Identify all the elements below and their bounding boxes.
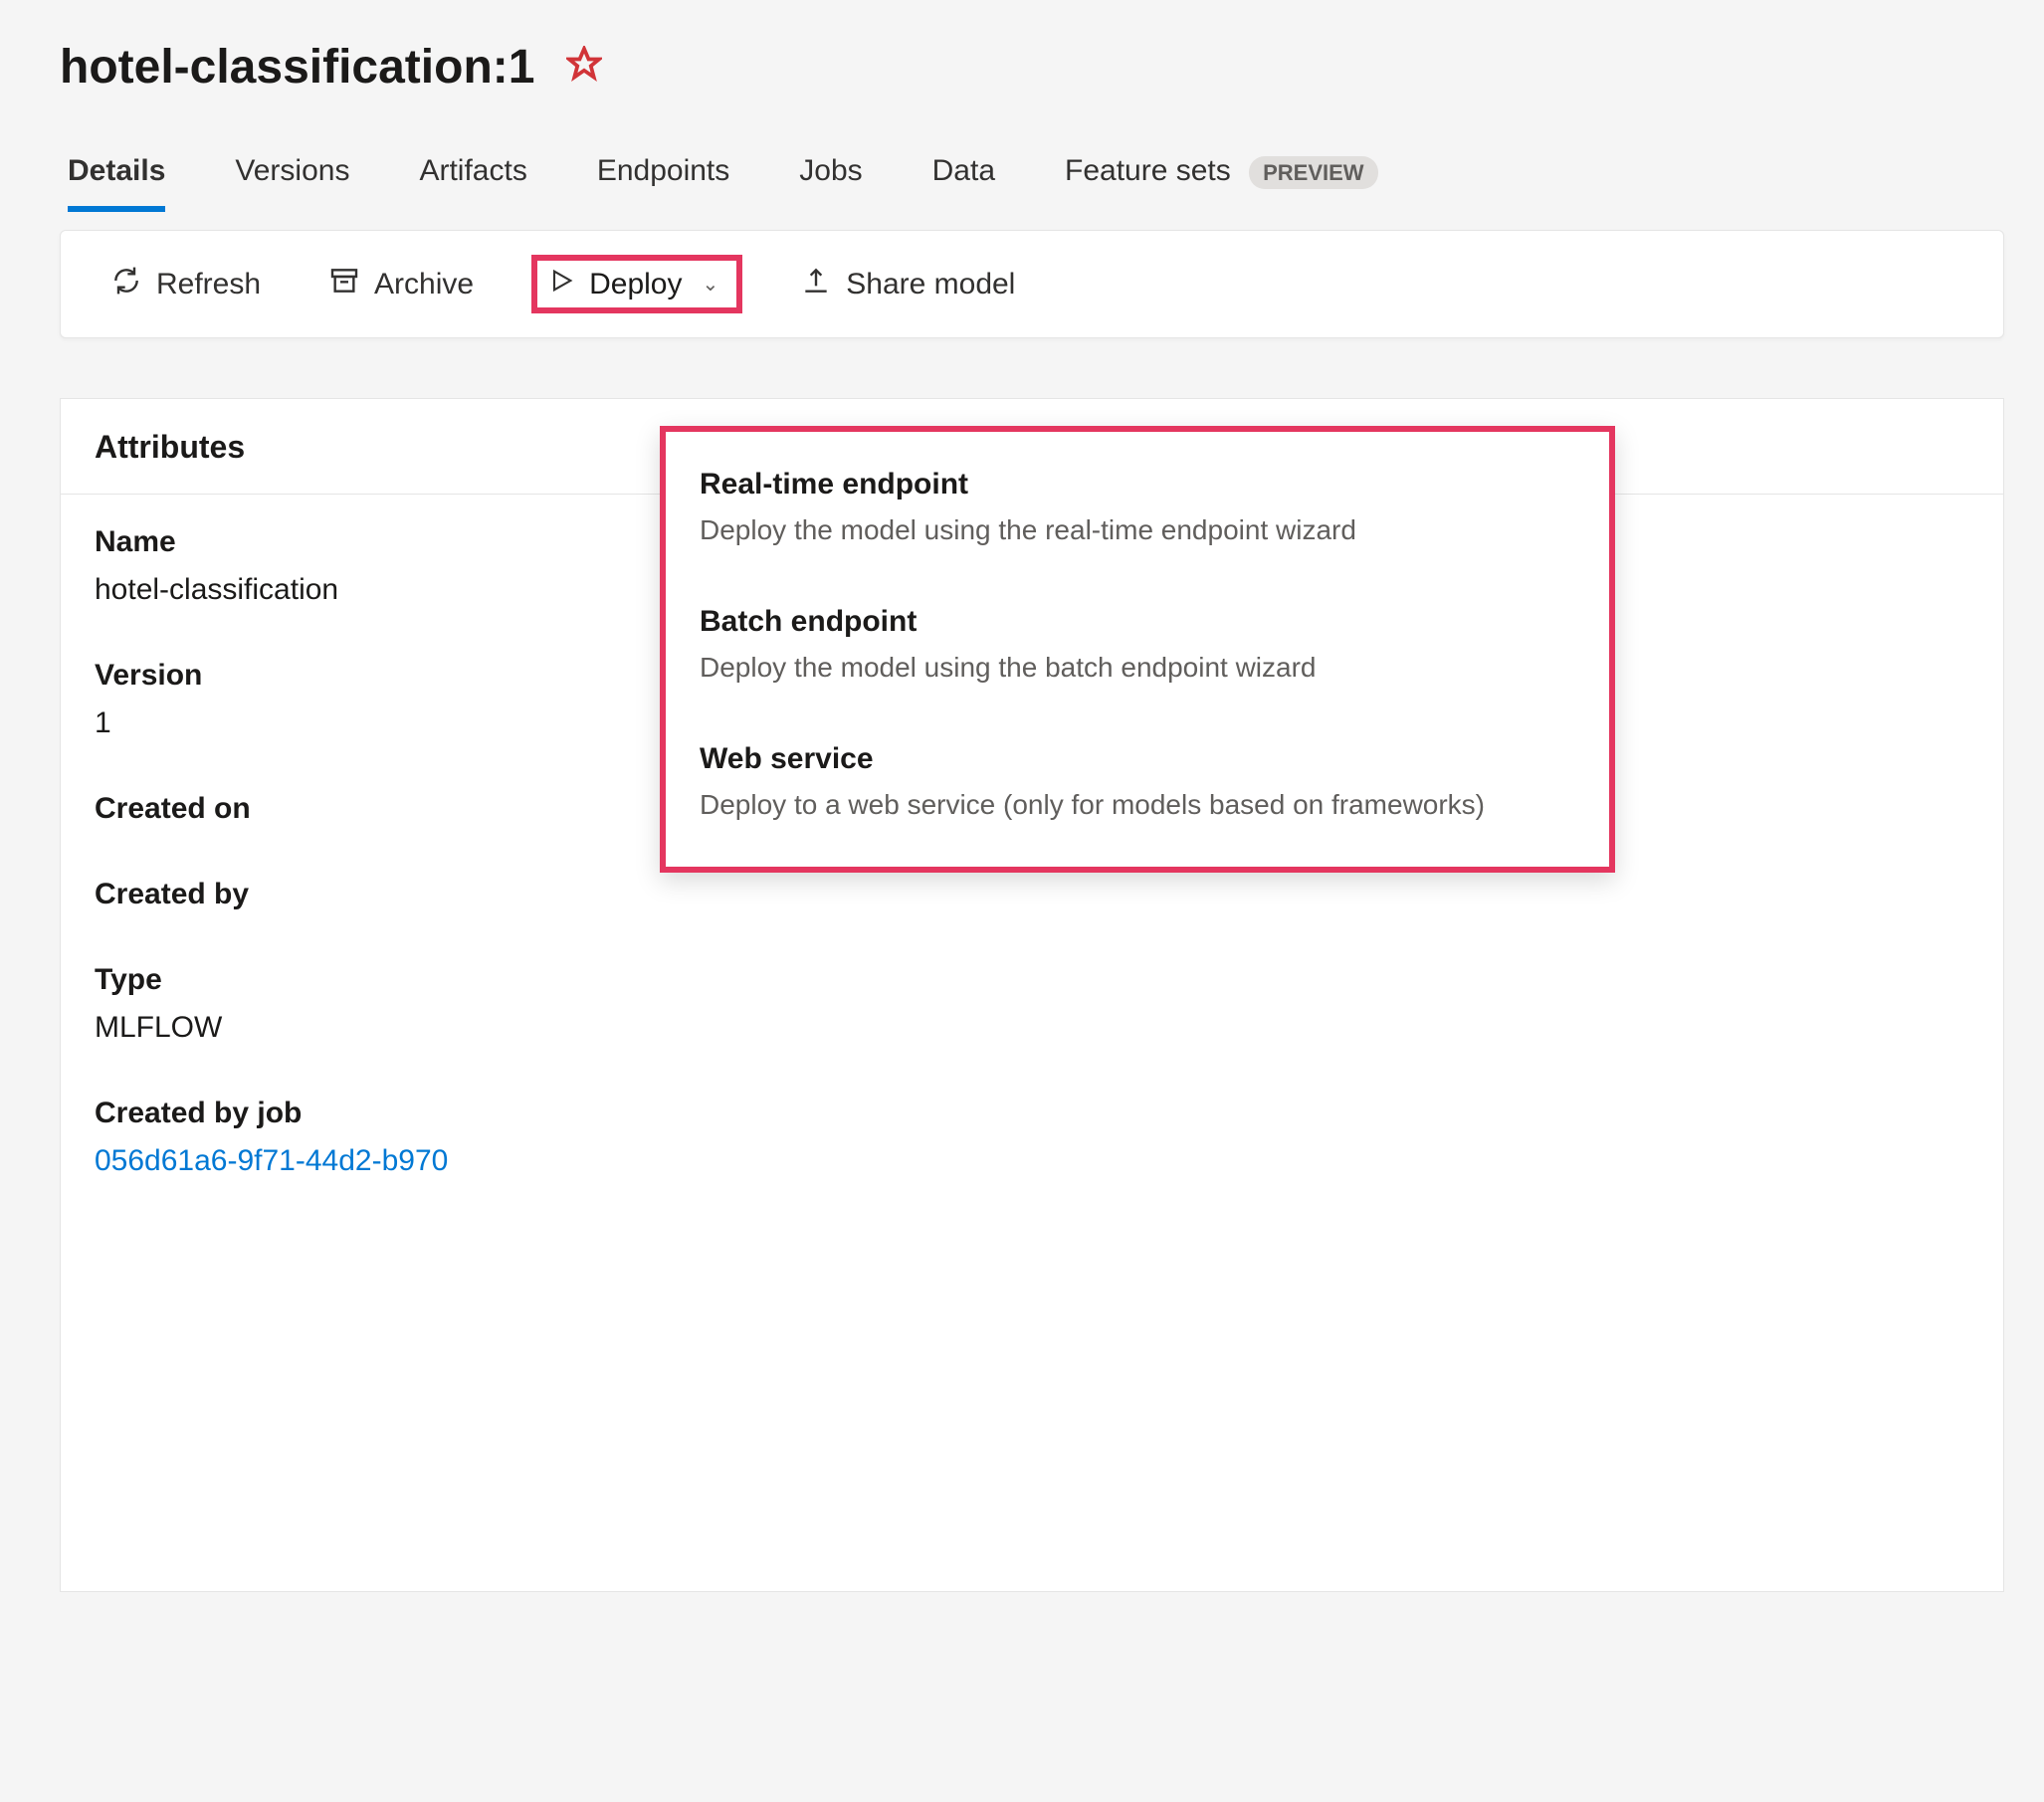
- menu-webservice-desc: Deploy to a web service (only for models…: [700, 783, 1575, 828]
- deploy-dropdown-menu: Real-time endpoint Deploy the model usin…: [660, 426, 1615, 873]
- deploy-button[interactable]: Deploy ⌄: [531, 255, 742, 313]
- play-icon: [547, 267, 575, 301]
- deploy-menu-item-webservice[interactable]: Web service Deploy to a web service (onl…: [700, 736, 1575, 828]
- menu-webservice-title: Web service: [700, 736, 1575, 781]
- tab-versions[interactable]: Versions: [235, 154, 349, 212]
- menu-batch-desc: Deploy the model using the batch endpoin…: [700, 646, 1575, 691]
- tab-details[interactable]: Details: [68, 154, 165, 212]
- attr-created-by-label: Created by: [95, 871, 1969, 918]
- refresh-icon: [110, 265, 142, 304]
- menu-batch-title: Batch endpoint: [700, 599, 1575, 644]
- tab-data[interactable]: Data: [932, 154, 995, 212]
- refresh-label: Refresh: [156, 268, 261, 301]
- tab-jobs[interactable]: Jobs: [799, 154, 862, 212]
- upload-icon: [800, 265, 832, 304]
- attr-created-by-job-link[interactable]: 056d61a6-9f71-44d2-b970: [95, 1137, 1969, 1185]
- favorite-star-icon[interactable]: [566, 46, 602, 89]
- archive-label: Archive: [374, 268, 474, 301]
- tab-feature-sets[interactable]: Feature sets PREVIEW: [1065, 154, 1378, 212]
- archive-button[interactable]: Archive: [318, 259, 484, 310]
- deploy-menu-item-realtime[interactable]: Real-time endpoint Deploy the model usin…: [700, 462, 1575, 553]
- attr-type-label: Type: [95, 956, 1969, 1004]
- toolbar: Refresh Archive Deploy ⌄ Share model: [60, 230, 2004, 338]
- tab-endpoints[interactable]: Endpoints: [597, 154, 729, 212]
- refresh-button[interactable]: Refresh: [101, 259, 271, 310]
- chevron-down-icon: ⌄: [702, 272, 718, 297]
- deploy-label: Deploy: [589, 268, 682, 301]
- share-model-button[interactable]: Share model: [790, 259, 1025, 310]
- deploy-menu-item-batch[interactable]: Batch endpoint Deploy the model using th…: [700, 599, 1575, 691]
- page-title: hotel-classification:1: [60, 40, 534, 95]
- attr-created-by-job-label: Created by job: [95, 1090, 1969, 1137]
- attr-type-value: MLFLOW: [95, 1004, 1969, 1052]
- menu-realtime-desc: Deploy the model using the real-time end…: [700, 508, 1575, 553]
- share-label: Share model: [846, 268, 1015, 301]
- archive-icon: [328, 265, 360, 304]
- preview-badge: PREVIEW: [1249, 156, 1377, 189]
- tab-artifacts[interactable]: Artifacts: [419, 154, 526, 212]
- tabs-bar: Details Versions Artifacts Endpoints Job…: [60, 154, 2004, 212]
- tab-feature-sets-label: Feature sets: [1065, 154, 1231, 187]
- menu-realtime-title: Real-time endpoint: [700, 462, 1575, 506]
